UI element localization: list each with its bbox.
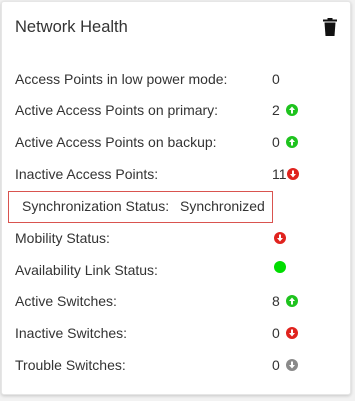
row-value: 2 [272,102,280,118]
sync-status-value: Synchronized [180,198,265,214]
row-value: 0 [272,325,280,341]
trash-icon[interactable] [323,18,337,36]
row-label: Active Switches: [15,293,117,309]
row-label: Active Access Points on backup: [15,134,217,150]
sync-status-label: Synchronization Status: [22,198,170,214]
arrow-down-circle-icon [287,168,299,180]
row-value: 0 [272,357,280,373]
row-value: 0 [272,134,280,150]
row-label: Inactive Access Points: [15,166,159,182]
row-active-switches: Active Switches: 8 [15,291,335,311]
row-mobility-status: Mobility Status: [15,228,335,248]
row-ap-low-power: Access Points in low power mode: 0 [15,69,335,89]
row-value: 0 [272,71,280,87]
row-value: 11 [272,166,287,182]
row-label: Mobility Status: [15,230,110,246]
arrow-down-circle-icon [286,327,298,339]
row-ap-backup: Active Access Points on backup: 0 [15,132,335,152]
arrow-down-circle-icon [286,359,298,371]
network-health-card: Network Health Access Points in low powe… [1,1,351,395]
row-label: Trouble Switches: [15,357,126,373]
arrow-up-circle-icon [286,104,298,116]
row-label: Active Access Points on primary: [15,102,219,118]
card-title: Network Health [15,18,128,36]
row-label: Inactive Switches: [15,325,128,341]
row-inactive-switches: Inactive Switches: 0 [15,323,335,343]
arrow-down-circle-icon [274,232,286,244]
row-trouble-switches: Trouble Switches: 0 [15,355,335,375]
row-value: 8 [272,293,280,309]
row-ap-primary: Active Access Points on primary: 2 [15,100,335,120]
row-label: Availability Link Status: [15,262,158,278]
row-label: Access Points in low power mode: [15,71,228,87]
row-ap-inactive: Inactive Access Points: 11 [15,164,335,184]
sync-status-highlight: Synchronization Status: Synchronized [8,191,273,223]
arrow-up-circle-icon [286,136,298,148]
arrow-up-circle-icon [286,295,298,307]
status-dot-icon [274,261,286,273]
row-availability-link: Availability Link Status: [15,260,335,280]
